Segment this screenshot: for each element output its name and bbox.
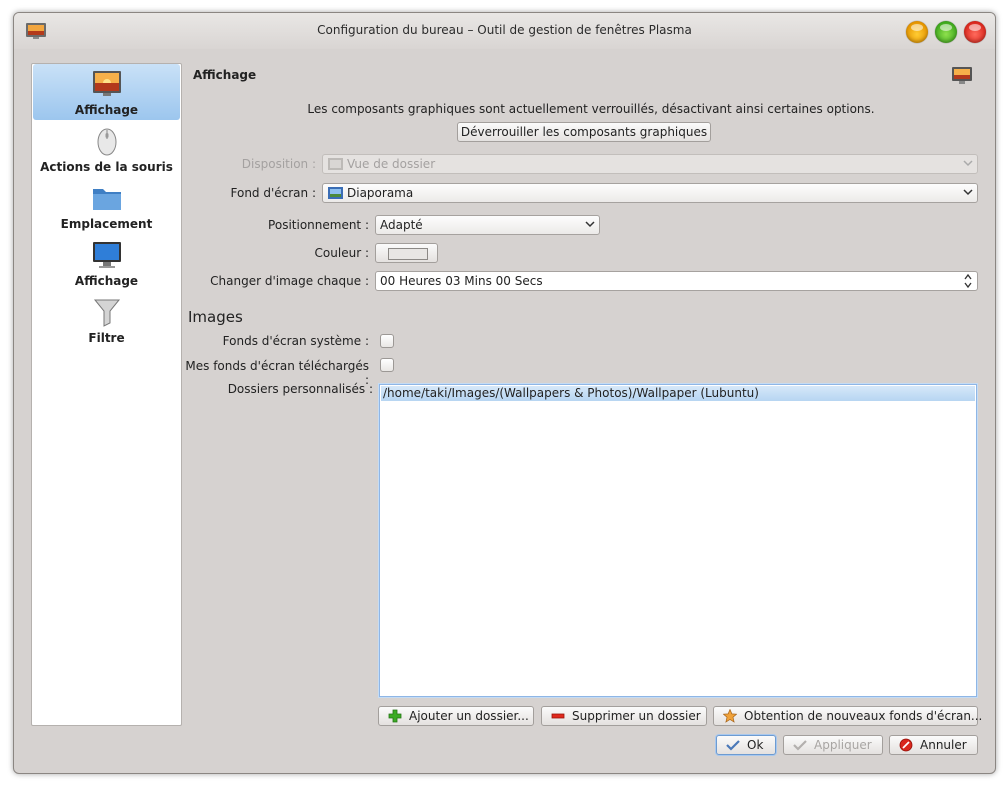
unlock-widgets-button[interactable]: Déverrouiller les composants graphiques	[457, 122, 711, 142]
funnel-icon	[93, 299, 121, 327]
list-item[interactable]: /home/taki/Images/(Wallpapers & Photos)/…	[381, 386, 975, 401]
sidebar-item-label: Actions de la souris	[40, 160, 173, 174]
checkmark-icon	[793, 740, 807, 751]
disposition-combo[interactable]: Vue de dossier	[322, 154, 978, 174]
slideshow-icon	[328, 187, 343, 199]
window-title: Configuration du bureau – Outil de gesti…	[317, 23, 692, 37]
remove-folder-button[interactable]: Supprimer un dossier	[541, 706, 707, 726]
custom-folders-list[interactable]: /home/taki/Images/(Wallpapers & Photos)/…	[379, 384, 977, 697]
lock-notice: Les composants graphiques sont actuellem…	[307, 102, 875, 116]
sidebar-item-label: Filtre	[88, 331, 125, 345]
disposition-label: Disposition :	[241, 157, 316, 171]
sidebar-item-label: Emplacement	[60, 217, 153, 231]
plus-icon	[388, 709, 402, 723]
images-heading: Images	[188, 308, 243, 326]
wallpaper-combo[interactable]: Diaporama	[322, 183, 978, 203]
config-window: Configuration du bureau – Outil de gesti…	[13, 12, 996, 774]
interval-value: 00 Heures 03 Mins 00 Secs	[380, 274, 543, 288]
color-swatch	[388, 248, 428, 260]
get-new-wallpapers-button[interactable]: Obtention de nouveaux fonds d'écran...	[713, 706, 982, 726]
category-sidebar: Affichage Actions de la souris Emplaceme…	[31, 63, 182, 726]
wallpaper-icon	[93, 71, 121, 96]
chevron-down-icon	[963, 189, 973, 196]
apply-button[interactable]: Appliquer	[783, 735, 883, 755]
title-bar[interactable]: Configuration du bureau – Outil de gesti…	[14, 13, 995, 49]
checkmark-icon	[726, 740, 740, 751]
cancel-icon	[899, 738, 913, 752]
color-label: Couleur :	[314, 246, 369, 260]
chevron-down-icon	[585, 221, 595, 228]
page-title: Affichage	[193, 68, 257, 82]
custom-folders-label: Dossiers personnalisés :	[227, 382, 373, 396]
wallpaper-value: Diaporama	[347, 186, 414, 200]
wallpaper-icon	[952, 67, 972, 84]
sidebar-item-affichage-2[interactable]: Affichage	[33, 235, 180, 291]
positioning-label: Positionnement :	[268, 218, 369, 232]
wallpaper-label: Fond d'écran :	[230, 186, 317, 200]
system-wallpapers-label: Fonds d'écran système :	[222, 334, 369, 348]
star-icon	[723, 709, 737, 723]
interval-spinbox[interactable]: 00 Heures 03 Mins 00 Secs	[375, 271, 978, 291]
sidebar-item-affichage[interactable]: Affichage	[33, 64, 180, 120]
close-button[interactable]	[964, 21, 986, 43]
sidebar-item-emplacement[interactable]: Emplacement	[33, 178, 180, 234]
sidebar-item-filtre[interactable]: Filtre	[33, 292, 180, 348]
disposition-value: Vue de dossier	[347, 157, 436, 171]
spin-arrows-icon[interactable]	[963, 273, 973, 289]
positioning-value: Adapté	[380, 218, 423, 232]
chevron-down-icon	[963, 160, 973, 167]
sidebar-item-label: Affichage	[74, 274, 139, 288]
sidebar-item-mouse-actions[interactable]: Actions de la souris	[33, 121, 180, 177]
monitor-icon	[93, 242, 121, 268]
cancel-button[interactable]: Annuler	[889, 735, 978, 755]
folder-view-icon	[328, 158, 343, 170]
minus-icon	[551, 713, 565, 719]
interval-label: Changer d'image chaque :	[210, 274, 369, 288]
maximize-button[interactable]	[935, 21, 957, 43]
ok-button[interactable]: Ok	[716, 735, 776, 755]
system-wallpapers-checkbox[interactable]	[380, 334, 394, 348]
color-picker-button[interactable]	[375, 243, 438, 263]
mouse-icon	[97, 128, 117, 156]
sidebar-item-label: Affichage	[74, 103, 139, 117]
folder-icon	[93, 189, 121, 210]
downloaded-wallpapers-checkbox[interactable]	[380, 358, 394, 372]
add-folder-button[interactable]: Ajouter un dossier...	[378, 706, 534, 726]
positioning-combo[interactable]: Adapté	[375, 215, 600, 235]
minimize-button[interactable]	[906, 21, 928, 43]
